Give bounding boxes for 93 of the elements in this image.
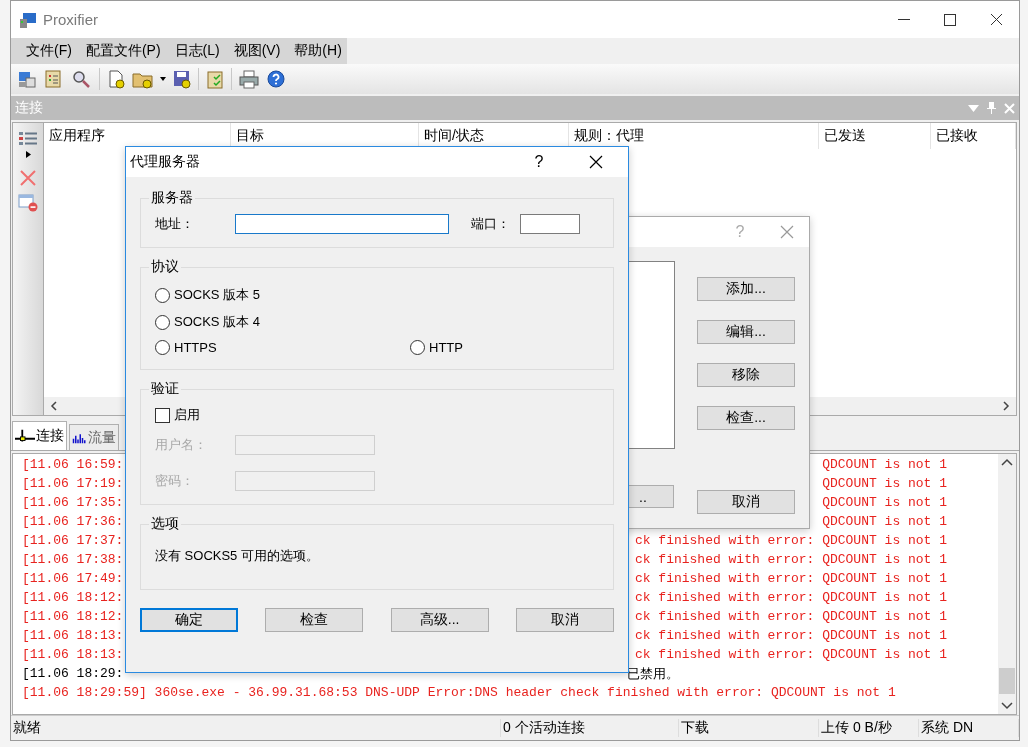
log-line: [11.06 17:36: <box>22 514 124 529</box>
window-minus-icon[interactable] <box>18 194 38 212</box>
field-label: 密码： <box>155 472 195 490</box>
menu-item[interactable]: 视图(V) <box>226 42 288 60</box>
status-text: 0 个活动连接 <box>501 719 679 737</box>
field-label: 地址： <box>155 215 195 233</box>
radio-label: SOCKS 版本 4 <box>174 313 260 331</box>
log-line: [11.06 18:12: <box>22 590 124 605</box>
tab[interactable]: 连接 <box>12 421 67 450</box>
log-line: ck finished with error: QDCOUNT is not 1 <box>634 590 947 605</box>
log-line: QDCOUNT is not 1 <box>822 457 947 472</box>
app-icon <box>19 10 37 29</box>
log-line: QDCOUNT is not 1 <box>822 514 947 529</box>
menu-item[interactable]: 配置文件(P) <box>78 42 168 60</box>
log-line: [11.06 17:49: <box>22 571 124 586</box>
minimize-icon[interactable] <box>898 18 910 21</box>
menu-item[interactable]: 文件(F) <box>19 42 79 60</box>
column-header[interactable]: 已发送 <box>819 123 931 149</box>
dialog-button[interactable]: 检查 <box>265 608 364 632</box>
radio-label: HTTP <box>429 340 463 355</box>
log-line: [11.06 18:29: <box>22 666 124 681</box>
caret-icon[interactable] <box>160 77 166 81</box>
log-line: [11.06 18:29:59] 360se.exe - 36.99.31.68:53 DNS-UDP Error:DNS header check finished with error: QDCOUNT is not 1 <box>22 685 896 700</box>
log-line: ck finished with error: QDCOUNT is not 1 <box>634 552 947 567</box>
log-line: ck finished with error: QDCOUNT is not 1 <box>634 533 947 548</box>
dialog-button[interactable]: 添加... <box>697 277 795 301</box>
help-button[interactable]: ? <box>514 153 564 171</box>
radio-button[interactable] <box>155 314 170 330</box>
log-line: QDCOUNT is not 1 <box>822 476 947 491</box>
scroll-up-icon[interactable] <box>1001 458 1013 466</box>
cancel-button[interactable]: 取消 <box>697 490 795 514</box>
log-line: [11.06 18:12: <box>22 609 124 624</box>
list-box[interactable] <box>628 261 675 449</box>
port-field[interactable] <box>520 214 580 234</box>
panel-title: 连接 <box>15 99 44 117</box>
maximize-icon[interactable] <box>944 13 956 26</box>
column-header[interactable]: 已接收 <box>931 123 1016 149</box>
dialog-button[interactable]: 取消 <box>516 608 614 632</box>
list-icon[interactable] <box>18 131 38 147</box>
log-line: [11.06 17:19: <box>22 476 124 491</box>
dialog-title: 代理服务器 <box>130 153 201 171</box>
computer-icon[interactable] <box>17 69 37 89</box>
dialog-button[interactable]: 高级... <box>390 608 489 632</box>
document-list-icon[interactable] <box>43 69 63 89</box>
checkbox-label: 启用 <box>174 406 200 424</box>
field-label: 端口： <box>471 215 510 233</box>
radio-button[interactable] <box>155 287 170 303</box>
log-line: QDCOUNT is not 1 <box>822 495 947 510</box>
triangle-icon[interactable] <box>25 151 31 158</box>
scroll-left-icon[interactable] <box>50 401 58 411</box>
group-title: 选项 <box>150 515 180 533</box>
network-icon <box>15 428 35 444</box>
window-title: Proxifier <box>43 11 99 28</box>
status-text: 系统 DN <box>919 719 1019 737</box>
dialog-button[interactable]: 移除 <box>697 363 795 387</box>
log-line: [11.06 17:38: <box>22 552 124 567</box>
clipboard-check-icon[interactable] <box>205 69 225 89</box>
status-text: 下载 <box>679 719 819 737</box>
log-line: [11.06 17:37: <box>22 533 124 548</box>
dialog-button[interactable]: 编辑... <box>697 320 795 344</box>
dialog-button[interactable]: 检查... <box>697 406 795 430</box>
log-line: ck finished with error: QDCOUNT is not 1 <box>634 571 947 586</box>
address-field[interactable] <box>235 214 449 234</box>
status-text: 就绪 <box>11 719 501 737</box>
log-line: ck finished with error: QDCOUNT is not 1 <box>634 609 947 624</box>
status-text: 上传 0 B/秒 <box>819 719 919 737</box>
group-title: 验证 <box>150 380 180 398</box>
log-line: [11.06 17:35: <box>22 495 124 510</box>
close-icon[interactable] <box>989 13 1003 26</box>
printer-icon[interactable] <box>238 69 260 89</box>
radio-button[interactable] <box>155 340 170 355</box>
scroll-down-icon[interactable] <box>1001 702 1013 710</box>
close-icon[interactable] <box>589 155 603 169</box>
menu-item[interactable]: 日志(L) <box>167 42 227 60</box>
log-line: ck finished with error: QDCOUNT is not 1 <box>634 628 947 643</box>
dialog-button[interactable]: 确定 <box>140 608 238 632</box>
log-line: [11.06 16:59: <box>22 457 124 472</box>
menu-item[interactable]: 帮助(H) <box>287 42 349 60</box>
radio-label: SOCKS 版本 5 <box>174 286 260 304</box>
options-text: 没有 SOCKS5 可用的选项。 <box>155 547 320 565</box>
group-title: 服务器 <box>150 189 194 207</box>
log-line: ck finished with error: QDCOUNT is not 1 <box>634 647 947 662</box>
radio-button[interactable] <box>410 340 425 355</box>
group-title: 协议 <box>150 258 180 276</box>
field-label: 用户名： <box>155 436 208 454</box>
tab[interactable]: 流量 <box>69 424 119 450</box>
vertical-scrollbar[interactable] <box>998 454 1016 714</box>
log-line: [11.06 18:13: <box>22 647 124 662</box>
help-icon[interactable] <box>266 69 286 89</box>
radio-label: HTTPS <box>174 340 217 355</box>
log-line: [11.06 18:13: <box>22 628 124 643</box>
scrollbar-thumb[interactable] <box>999 668 1015 694</box>
scroll-right-icon[interactable] <box>1002 401 1010 411</box>
